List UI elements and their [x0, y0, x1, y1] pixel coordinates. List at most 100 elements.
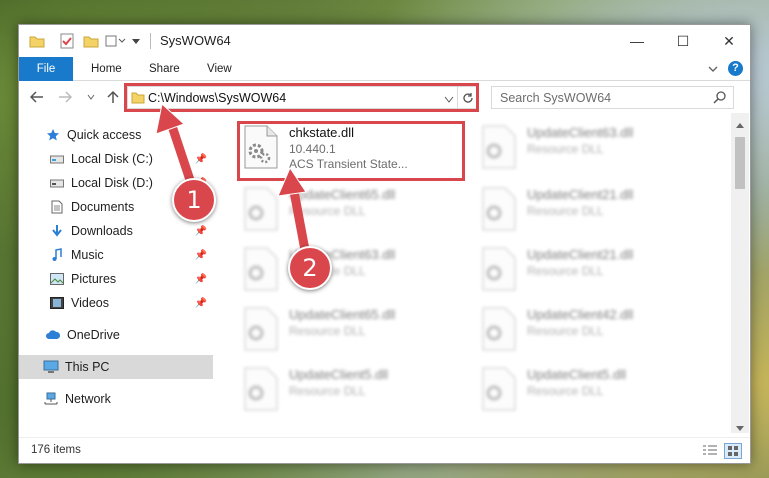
pictures-icon: [49, 271, 65, 287]
search-placeholder: Search SysWOW64: [500, 91, 612, 105]
computer-icon: [43, 359, 59, 375]
dll-file-icon: [482, 247, 516, 291]
download-icon: [49, 223, 65, 239]
properties-icon[interactable]: [59, 32, 75, 50]
file-tile[interactable]: UpdateClient5.dll Resource DLL: [479, 363, 709, 415]
dll-file-icon: [482, 125, 516, 169]
file-name: UpdateClient5.dll: [527, 367, 627, 382]
sidebar-item-music[interactable]: Music 📌: [19, 243, 213, 267]
file-type: Resource DLL: [289, 324, 366, 338]
sidebar-item-label: Music: [71, 248, 104, 262]
search-icon[interactable]: [713, 91, 726, 107]
drive-icon: [49, 175, 65, 191]
pin-icon[interactable]: 📌: [195, 226, 207, 237]
sidebar-item-pictures[interactable]: Pictures 📌: [19, 267, 213, 291]
callout-badge-2: 2: [288, 246, 332, 290]
recent-locations-button[interactable]: [81, 87, 101, 107]
sidebar-item-label: OneDrive: [67, 328, 120, 342]
scroll-up-icon[interactable]: [736, 117, 744, 131]
dll-file-icon: [244, 187, 278, 231]
file-type: Resource DLL: [289, 384, 366, 398]
file-tile[interactable]: UpdateClient21.dll Resource DLL: [479, 243, 709, 295]
file-name: UpdateClient21.dll: [527, 247, 634, 262]
window-title: SysWOW64: [160, 33, 231, 48]
file-tile[interactable]: UpdateClient65.dll Resource DLL: [241, 303, 471, 355]
file-name: UpdateClient21.dll: [527, 187, 634, 202]
scrollbar-thumb[interactable]: [735, 137, 745, 189]
file-type: Resource DLL: [527, 204, 604, 218]
file-tile[interactable]: UpdateClient63.dll Resource DLL: [479, 121, 709, 173]
scroll-down-icon[interactable]: [736, 421, 744, 435]
maximize-button[interactable]: ☐: [660, 25, 706, 57]
sidebar-item-this-pc[interactable]: This PC: [19, 355, 213, 379]
file-name: UpdateClient65.dll: [289, 187, 396, 202]
pin-icon[interactable]: 📌: [195, 154, 207, 165]
new-folder-icon[interactable]: [83, 32, 99, 50]
sidebar-item-quick-access[interactable]: Quick access: [19, 123, 213, 147]
dll-file-icon: [482, 187, 516, 231]
file-tile[interactable]: UpdateClient65.dll Resource DLL: [241, 183, 471, 235]
star-icon: [45, 127, 61, 143]
tiles-view-icon[interactable]: [724, 443, 742, 459]
pin-icon[interactable]: 📌: [195, 274, 207, 285]
callout-badge-1: 1: [172, 178, 216, 222]
dll-file-icon: [244, 247, 278, 291]
title-bar: SysWOW64 — ☐ ✕: [19, 25, 750, 57]
file-tile[interactable]: UpdateClient5.dll Resource DLL: [241, 363, 471, 415]
address-bar-highlight: [124, 83, 479, 112]
drive-icon: [49, 151, 65, 167]
dll-file-icon: [482, 307, 516, 351]
file-type: Resource DLL: [527, 384, 604, 398]
file-name: UpdateClient42.dll: [527, 307, 634, 322]
music-icon: [49, 247, 65, 263]
pin-icon[interactable]: 📌: [195, 298, 207, 309]
vertical-scrollbar[interactable]: [731, 113, 749, 433]
title-divider: [150, 33, 151, 49]
back-button[interactable]: [27, 87, 47, 107]
sidebar-item-local-disk-c[interactable]: Local Disk (C:) 📌: [19, 147, 213, 171]
pin-icon[interactable]: 📌: [195, 250, 207, 261]
customize-toolbar-icon[interactable]: [105, 32, 127, 50]
up-button[interactable]: [103, 87, 123, 107]
close-button[interactable]: ✕: [706, 25, 752, 57]
tab-view[interactable]: View: [195, 57, 244, 81]
videos-icon: [49, 295, 65, 311]
sidebar-item-label: Quick access: [67, 128, 142, 142]
folder-icon: [29, 32, 45, 50]
sidebar-item-label: Documents: [71, 200, 135, 214]
file-tile[interactable]: UpdateClient63.dll Resource DLL: [241, 243, 471, 295]
tab-share[interactable]: Share: [137, 57, 192, 81]
sidebar-item-label: Local Disk (C:): [71, 152, 153, 166]
documents-icon: [49, 199, 65, 215]
details-view-icon[interactable]: [702, 444, 718, 461]
tab-file[interactable]: File: [19, 57, 73, 81]
sidebar-item-label: Local Disk (D:): [71, 176, 153, 190]
sidebar-item-videos[interactable]: Videos 📌: [19, 291, 213, 315]
file-tile[interactable]: UpdateClient21.dll Resource DLL: [479, 183, 709, 235]
sidebar-item-network[interactable]: Network: [19, 387, 213, 411]
dll-file-icon: [482, 367, 516, 411]
status-bar: 176 items: [19, 437, 750, 463]
navigation-pane: Quick access Local Disk (C:) 📌 Local Dis…: [19, 113, 213, 433]
chevron-down-icon[interactable]: [131, 32, 141, 50]
minimize-button[interactable]: —: [614, 25, 660, 57]
file-name: UpdateClient5.dll: [289, 367, 389, 382]
file-tile[interactable]: UpdateClient42.dll Resource DLL: [479, 303, 709, 355]
forward-button[interactable]: [55, 87, 75, 107]
sidebar-item-onedrive[interactable]: OneDrive: [19, 323, 213, 347]
sidebar-item-downloads[interactable]: Downloads 📌: [19, 219, 213, 243]
file-name: UpdateClient65.dll: [289, 307, 396, 322]
sidebar-item-label: This PC: [65, 360, 110, 374]
sidebar-item-label: Videos: [71, 296, 109, 310]
file-highlight: [237, 121, 465, 181]
help-button[interactable]: ?: [728, 61, 743, 76]
sidebar-item-label: Pictures: [71, 272, 117, 286]
ribbon-tabs: File Home Share View ?: [19, 57, 750, 81]
chevron-down-icon[interactable]: [707, 63, 719, 78]
sidebar-item-label: Downloads: [71, 224, 133, 238]
dll-file-icon: [244, 367, 278, 411]
sidebar-item-label: Network: [65, 392, 111, 406]
file-type: Resource DLL: [527, 264, 604, 278]
tab-home[interactable]: Home: [79, 57, 134, 81]
search-input[interactable]: Search SysWOW64: [491, 86, 734, 109]
